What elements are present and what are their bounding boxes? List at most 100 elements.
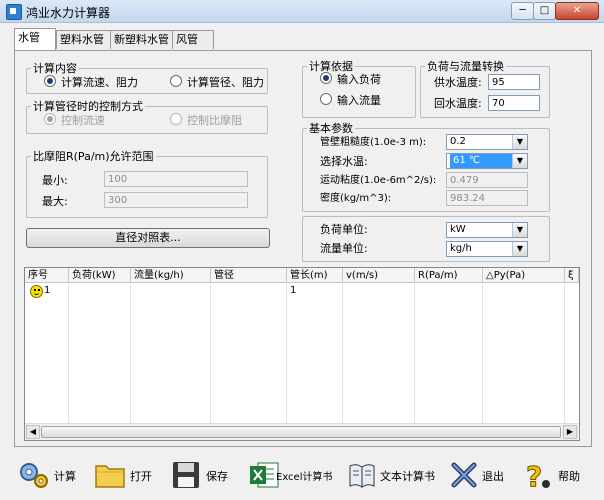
- app-icon: [6, 4, 22, 20]
- column-header-index[interactable]: 序号: [25, 268, 69, 283]
- chevron-down-icon: ▼: [512, 223, 527, 237]
- flow-unit-select[interactable]: kg/h ▼: [446, 241, 528, 257]
- calc-basis-group: 计算依据: [302, 58, 416, 118]
- folder-icon: [95, 465, 125, 488]
- chevron-down-icon: ▼: [512, 242, 527, 256]
- grid-line: [286, 284, 287, 424]
- book-icon: [349, 464, 375, 488]
- roughness-label: 管壁粗糙度(1.0e-3 m):: [320, 137, 427, 148]
- column-header-pressure-drop[interactable]: △Py(Pa): [483, 268, 565, 283]
- friction-max-field[interactable]: 300: [104, 192, 248, 208]
- load-unit-label: 负荷单位:: [320, 223, 368, 236]
- window-title: 鸿业水力计算器: [26, 6, 111, 20]
- column-header-friction[interactable]: R(Pa/m): [415, 268, 483, 283]
- water-temp-label: 选择水温:: [320, 155, 368, 168]
- table-cell-index[interactable]: 1: [41, 284, 67, 298]
- exit-icon: [451, 462, 477, 488]
- load-conversion-title: 负荷与流量转换: [427, 60, 504, 73]
- open-label: 打开: [130, 470, 152, 483]
- control-mode-title: 计算管径时的控制方式: [33, 100, 143, 113]
- results-table[interactable]: 序号 负荷(kW) 流量(kg/h) 管径 管长(m) v(m/s) R(Pa/…: [24, 267, 580, 441]
- title-bar: 鸿业水力计算器 ─ □ ✕: [0, 0, 604, 23]
- radio-calc-diameter[interactable]: 计算管径、阻力: [170, 75, 264, 89]
- chevron-down-icon: ▼: [512, 154, 527, 168]
- water-temp-select[interactable]: 61 ℃ ▼: [446, 153, 528, 169]
- grid-line: [68, 284, 69, 424]
- radio-dot: [320, 72, 332, 84]
- radio-control-velocity[interactable]: 控制流速: [44, 113, 105, 127]
- text-report-label: 文本计算书: [380, 470, 435, 483]
- floppy-icon: [173, 462, 199, 488]
- radio-dot: [44, 113, 56, 125]
- excel-report-button[interactable]: Excel计算书: [248, 458, 340, 494]
- help-icon: ?: [526, 460, 550, 490]
- radio-label: 计算流速、阻力: [61, 76, 138, 89]
- radio-label: 输入流量: [337, 94, 381, 107]
- radio-label: 输入负荷: [337, 73, 381, 86]
- radio-dot: [170, 75, 182, 87]
- roughness-value: 0.2: [450, 136, 466, 147]
- radio-calc-velocity[interactable]: 计算流速、阻力: [44, 75, 138, 89]
- column-header-velocity[interactable]: v(m/s): [343, 268, 415, 283]
- scroll-right-icon[interactable]: ▶: [563, 425, 577, 439]
- water-temp-value: 61 ℃: [450, 154, 518, 168]
- grid-line: [210, 284, 211, 424]
- column-header-flow[interactable]: 流量(kg/h): [131, 268, 211, 283]
- radio-input-flow[interactable]: 输入流量: [320, 93, 381, 107]
- grid-line: [482, 284, 483, 424]
- text-report-button[interactable]: 文本计算书: [346, 458, 438, 494]
- table-cell-length[interactable]: 1: [287, 284, 343, 298]
- maximize-button[interactable]: □: [533, 2, 556, 20]
- horizontal-scrollbar[interactable]: ◀ ▶: [25, 423, 579, 440]
- grid-line: [414, 284, 415, 424]
- save-button[interactable]: 保存: [170, 458, 234, 494]
- scroll-left-icon[interactable]: ◀: [26, 425, 40, 439]
- radio-label: 控制比摩阻: [187, 114, 242, 127]
- scroll-thumb[interactable]: [41, 426, 561, 438]
- calc-content-title: 计算内容: [33, 62, 77, 75]
- radio-dot: [170, 113, 182, 125]
- tab-plastic-pipe[interactable]: 塑料水管: [56, 30, 114, 49]
- column-header-load[interactable]: 负荷(kW): [69, 268, 131, 283]
- radio-dot: [44, 75, 56, 87]
- flow-unit-value: kg/h: [450, 243, 472, 254]
- exit-button[interactable]: 退出: [448, 458, 510, 494]
- grid-line: [130, 284, 131, 424]
- excel-report-label: Excel计算书: [276, 472, 333, 483]
- svg-text:?: ?: [526, 460, 542, 490]
- tab-air-duct[interactable]: 风管: [172, 30, 214, 49]
- roughness-select[interactable]: 0.2 ▼: [446, 134, 528, 150]
- gears-icon: [20, 463, 48, 488]
- radio-control-friction[interactable]: 控制比摩阻: [170, 113, 242, 127]
- tab-water-pipe[interactable]: 水管: [14, 28, 56, 50]
- basic-params-title: 基本参数: [309, 122, 353, 135]
- minimize-button[interactable]: ─: [511, 2, 534, 20]
- diameter-table-button[interactable]: 直径对照表...: [26, 228, 270, 248]
- save-label: 保存: [206, 470, 228, 483]
- help-label: 帮助: [558, 470, 580, 483]
- radio-label: 控制流速: [61, 114, 105, 127]
- min-label: 最小:: [42, 174, 68, 187]
- flow-unit-label: 流量单位:: [320, 242, 368, 255]
- viscosity-field: 0.479: [446, 172, 528, 188]
- tab-new-plastic-pipe[interactable]: 新塑料水管: [110, 30, 176, 49]
- column-header-length[interactable]: 管长(m): [287, 268, 343, 283]
- column-header-xi[interactable]: ξ: [565, 268, 579, 283]
- supply-temp-input[interactable]: 95: [488, 74, 540, 90]
- close-button[interactable]: ✕: [555, 2, 599, 20]
- friction-min-field[interactable]: 100: [104, 171, 248, 187]
- help-button[interactable]: ? 帮助: [522, 458, 584, 494]
- return-temp-input[interactable]: 70: [488, 95, 540, 111]
- density-label: 密度(kg/m^3):: [320, 193, 392, 204]
- return-temp-label: 回水温度:: [434, 97, 482, 110]
- load-unit-select[interactable]: kW ▼: [446, 222, 528, 238]
- column-header-diameter[interactable]: 管径: [211, 268, 287, 283]
- calculate-button[interactable]: 计算: [18, 458, 84, 494]
- calculate-label: 计算: [54, 470, 76, 483]
- grid-line: [342, 284, 343, 424]
- open-button[interactable]: 打开: [94, 458, 158, 494]
- radio-label: 计算管径、阻力: [187, 76, 264, 89]
- supply-temp-label: 供水温度:: [434, 76, 482, 89]
- radio-dot: [320, 93, 332, 105]
- radio-input-load[interactable]: 输入负荷: [320, 72, 381, 86]
